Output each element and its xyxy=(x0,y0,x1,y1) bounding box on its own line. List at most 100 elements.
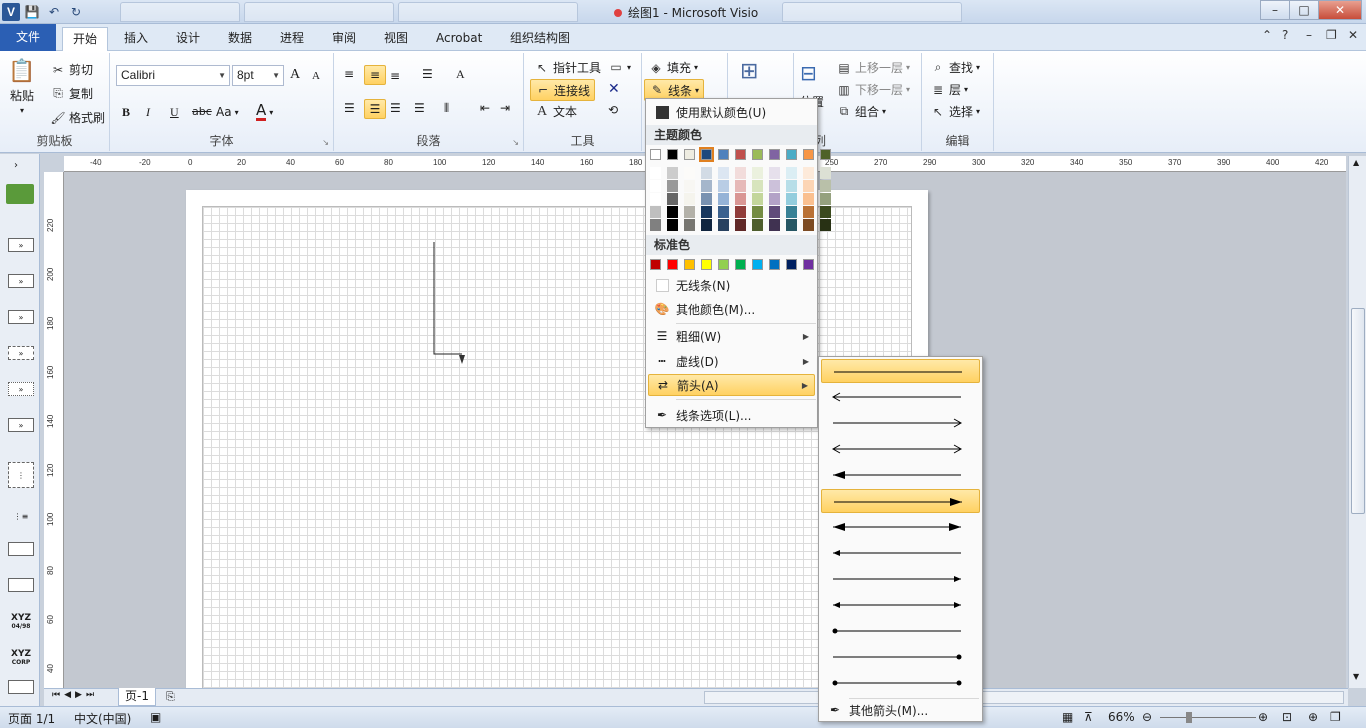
theme-shade-swatch[interactable] xyxy=(684,219,695,231)
standard-color-swatch[interactable] xyxy=(735,259,746,270)
dashes-item[interactable]: ┅ 虚线(D) ▶ xyxy=(648,350,815,372)
theme-shade-swatch[interactable] xyxy=(803,193,814,205)
arrow-style-small-both[interactable] xyxy=(821,593,980,617)
theme-shade-swatch[interactable] xyxy=(667,206,678,218)
copy-button[interactable]: ⎘ 复制 xyxy=(50,85,93,102)
theme-shade-swatch[interactable] xyxy=(786,219,797,231)
align-middle-icon[interactable]: ≡ xyxy=(364,65,386,85)
theme-shade-swatch[interactable] xyxy=(684,193,695,205)
zoom-in-icon[interactable]: ⊕ xyxy=(1258,710,1268,724)
tab-org-chart[interactable]: 组织结构图 xyxy=(500,27,580,51)
align-bottom-icon[interactable]: ≡ xyxy=(390,69,400,83)
send-backward-button[interactable]: ▥ 下移一层 ▾ xyxy=(836,81,910,98)
standard-color-swatch[interactable] xyxy=(667,259,678,270)
zoom-out-icon[interactable]: ⊖ xyxy=(1142,710,1152,724)
page-tab[interactable]: 页-1 xyxy=(118,688,156,706)
scroll-down-icon[interactable]: ▼ xyxy=(1353,672,1359,681)
theme-shade-swatch[interactable] xyxy=(667,219,678,231)
theme-shade-swatch[interactable] xyxy=(718,180,729,192)
fit-page-icon[interactable]: ⊡ xyxy=(1282,710,1292,724)
theme-shade-swatch[interactable] xyxy=(701,206,712,218)
pan-zoom-icon[interactable]: ⊕ xyxy=(1308,710,1318,724)
theme-shade-swatch[interactable] xyxy=(786,193,797,205)
stencil-shape[interactable] xyxy=(8,578,34,592)
save-icon[interactable]: 💾 xyxy=(22,2,42,22)
layers-button[interactable]: ≣ 层 ▾ xyxy=(930,81,968,98)
line-options-item[interactable]: ✒ 线条选项(L)... xyxy=(648,404,815,426)
theme-shade-swatch[interactable] xyxy=(786,180,797,192)
theme-shade-swatch[interactable] xyxy=(735,167,746,179)
theme-shade-swatch[interactable] xyxy=(650,193,661,205)
arrow-style-none[interactable] xyxy=(821,359,980,383)
theme-shade-swatch[interactable] xyxy=(735,180,746,192)
arrow-style-small-right[interactable] xyxy=(821,567,980,591)
paste-button[interactable]: 📋 粘贴 ▾ xyxy=(8,57,36,116)
more-colors-item[interactable]: 🎨 其他颜色(M)... xyxy=(648,298,815,320)
stencil-shape[interactable]: » xyxy=(8,346,34,360)
theme-shade-swatch[interactable] xyxy=(718,206,729,218)
close-x-icon[interactable]: ✕ xyxy=(608,81,620,97)
bring-forward-button[interactable]: ▤ 上移一层 ▾ xyxy=(836,59,910,76)
stencil-shape[interactable] xyxy=(8,542,34,556)
tab-review[interactable]: 审阅 xyxy=(322,27,366,51)
theme-shade-swatch[interactable] xyxy=(752,219,763,231)
theme-shade-swatch[interactable] xyxy=(803,180,814,192)
stencil-shape[interactable]: » xyxy=(8,274,34,288)
dialog-launcher-icon[interactable]: ↘ xyxy=(322,138,329,147)
arrows-item[interactable]: ⇄ 箭头(A) ▶ xyxy=(648,374,815,396)
standard-color-swatch[interactable] xyxy=(752,259,763,270)
zoom-level[interactable]: 66% xyxy=(1108,710,1135,724)
bold-button[interactable]: B xyxy=(122,105,130,120)
help-icon[interactable]: ? xyxy=(1282,28,1288,42)
stencil-shape[interactable]: » xyxy=(8,382,34,396)
more-arrows-item[interactable]: ✒ 其他箭头(M)... xyxy=(821,699,980,721)
theme-color-swatch[interactable] xyxy=(820,149,831,160)
justify-icon[interactable]: ☰ xyxy=(414,101,425,115)
theme-color-swatch[interactable] xyxy=(752,149,763,160)
theme-shade-swatch[interactable] xyxy=(684,206,695,218)
theme-shade-swatch[interactable] xyxy=(735,219,746,231)
standard-color-swatch[interactable] xyxy=(803,259,814,270)
position-icon[interactable]: ⊟ xyxy=(800,61,817,85)
decrease-indent-icon[interactable]: ⇤ xyxy=(480,101,490,115)
undo-icon[interactable]: ↶ xyxy=(44,2,64,22)
redo-icon[interactable]: ↻ xyxy=(66,2,86,22)
grow-font-button[interactable]: A xyxy=(290,67,300,83)
underline-button[interactable]: U xyxy=(170,105,179,120)
close-button[interactable]: ✕ xyxy=(1318,0,1362,20)
font-size-combo[interactable]: 8pt ▼ xyxy=(232,65,284,86)
theme-shade-swatch[interactable] xyxy=(820,206,831,218)
change-case-button[interactable]: Aa ▾ xyxy=(216,105,239,119)
theme-shade-swatch[interactable] xyxy=(701,193,712,205)
text-tool-button[interactable]: A 文本 xyxy=(534,103,577,120)
tab-home[interactable]: 开始 xyxy=(62,27,109,51)
standard-color-swatch[interactable] xyxy=(684,259,695,270)
stencil-shape[interactable]: ⋮≡ xyxy=(8,504,34,528)
stencil-shape[interactable]: ⋮ xyxy=(8,462,34,488)
theme-color-swatch[interactable] xyxy=(650,149,661,160)
theme-shade-swatch[interactable] xyxy=(786,206,797,218)
theme-shade-swatch[interactable] xyxy=(820,180,831,192)
theme-shade-swatch[interactable] xyxy=(803,167,814,179)
theme-shade-swatch[interactable] xyxy=(820,193,831,205)
arrow-style-dot-right[interactable] xyxy=(821,645,980,669)
theme-shade-swatch[interactable] xyxy=(752,180,763,192)
theme-shade-swatch[interactable] xyxy=(650,180,661,192)
theme-shade-swatch[interactable] xyxy=(735,193,746,205)
stencil-shape[interactable]: » xyxy=(8,238,34,252)
theme-shade-swatch[interactable] xyxy=(820,219,831,231)
align-top-icon[interactable]: ≡ xyxy=(344,67,354,81)
theme-shade-swatch[interactable] xyxy=(667,180,678,192)
text-direction-icon[interactable]: A xyxy=(456,67,465,82)
theme-shade-swatch[interactable] xyxy=(769,193,780,205)
arrow-style-dot-both[interactable] xyxy=(821,671,980,695)
theme-shade-swatch[interactable] xyxy=(803,206,814,218)
align-right-icon[interactable]: ☰ xyxy=(390,101,401,115)
zoom-slider[interactable] xyxy=(1160,717,1256,718)
connector-shape[interactable] xyxy=(426,240,466,370)
theme-shade-swatch[interactable] xyxy=(735,206,746,218)
arrow-style-filled-both[interactable] xyxy=(821,515,980,539)
page-nav-icons[interactable]: ⏮◀▶⏭ xyxy=(52,690,98,700)
theme-shade-swatch[interactable] xyxy=(718,167,729,179)
theme-shade-swatch[interactable] xyxy=(769,180,780,192)
